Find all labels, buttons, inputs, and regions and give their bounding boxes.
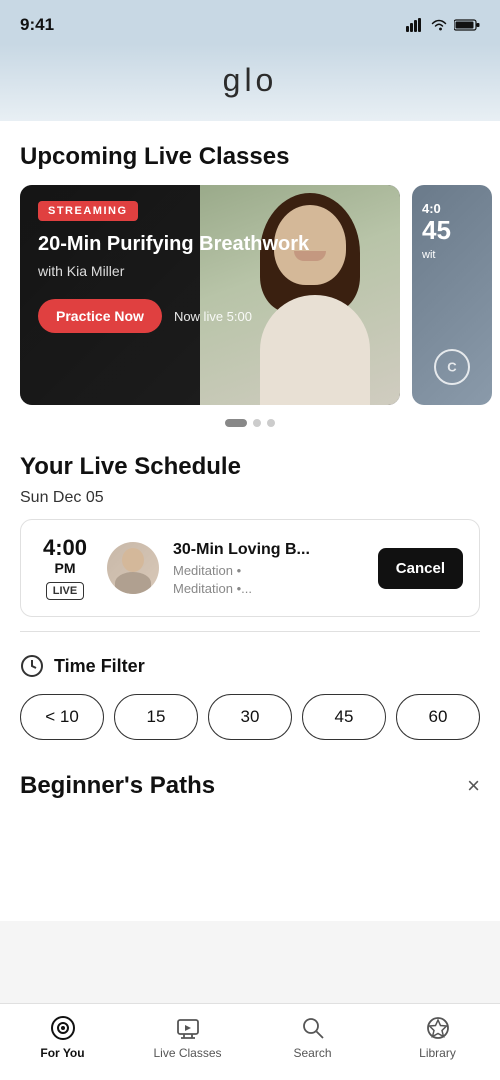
time-filter-pills: < 10 15 30 45 60 — [20, 694, 480, 740]
avatar-head — [122, 548, 144, 572]
schedule-date: Sun Dec 05 — [0, 485, 500, 519]
card-actions: Practice Now Now live 5:00 — [38, 299, 382, 333]
peek-circle-label: C — [447, 360, 456, 375]
peek-instructor: wit — [422, 249, 482, 261]
live-time-label: Now live 5:00 — [174, 309, 252, 324]
schedule-section-title: Your Live Schedule — [0, 443, 500, 485]
beginners-section: Beginner's Paths × — [0, 756, 500, 900]
schedule-class-name: 30-Min Loving B... — [173, 540, 364, 561]
peek-circle: C — [434, 349, 470, 385]
main-content: Upcoming Live Classes STREAMING 20-Min P… — [0, 121, 500, 921]
dot-3[interactable] — [267, 419, 275, 427]
peek-content: 4:0 45 wit — [412, 185, 492, 277]
nav-item-for-you[interactable]: For You — [23, 1014, 103, 1060]
for-you-icon — [49, 1014, 77, 1042]
schedule-period: PM — [37, 560, 93, 576]
schedule-meta-2: Meditation •... — [173, 581, 364, 596]
schedule-card: 4:00 PM LIVE 30-Min Loving B... Meditati… — [20, 519, 480, 617]
time-pill-2[interactable]: 30 — [208, 694, 292, 740]
app-logo: glo — [0, 62, 500, 99]
time-filter-header: Time Filter — [20, 654, 480, 678]
peek-duration: 45 — [422, 216, 482, 245]
schedule-meta-1: Meditation • — [173, 563, 364, 578]
schedule-info: 30-Min Loving B... Meditation • Meditati… — [173, 540, 364, 597]
classes-carousel: STREAMING 20-Min Purifying Breathwork wi… — [0, 185, 500, 405]
signal-icon — [406, 18, 424, 32]
time-pill-4[interactable]: 60 — [396, 694, 480, 740]
dot-1[interactable] — [225, 419, 247, 427]
status-time: 9:41 — [20, 15, 54, 35]
class-instructor: with Kia Miller — [38, 263, 382, 279]
nav-item-library[interactable]: Library — [398, 1014, 478, 1060]
status-bar: 9:41 — [0, 0, 500, 44]
time-pill-0[interactable]: < 10 — [20, 694, 104, 740]
header: glo — [0, 44, 500, 121]
carousel-dots — [0, 405, 500, 433]
time-filter-title: Time Filter — [54, 656, 145, 677]
featured-class-card[interactable]: STREAMING 20-Min Purifying Breathwork wi… — [20, 185, 400, 405]
class-title: 20-Min Purifying Breathwork — [38, 231, 382, 257]
beginners-title: Beginner's Paths — [20, 772, 215, 800]
cancel-button[interactable]: Cancel — [378, 548, 463, 589]
live-classes-icon — [174, 1014, 202, 1042]
schedule-time: 4:00 — [37, 536, 93, 560]
wifi-icon — [430, 18, 448, 32]
clock-icon — [20, 654, 44, 678]
library-icon — [424, 1014, 452, 1042]
card-content: STREAMING 20-Min Purifying Breathwork wi… — [20, 185, 400, 405]
search-label: Search — [293, 1046, 331, 1060]
live-classes-label: Live Classes — [153, 1046, 221, 1060]
avatar-body — [115, 572, 151, 594]
time-pill-1[interactable]: 15 — [114, 694, 198, 740]
streaming-badge: STREAMING — [38, 201, 138, 221]
bottom-nav: For You Live Classes Search Libr — [0, 1003, 500, 1080]
upcoming-section-title: Upcoming Live Classes — [0, 121, 500, 185]
divider-1 — [20, 631, 480, 632]
nav-item-search[interactable]: Search — [273, 1014, 353, 1060]
time-pill-3[interactable]: 45 — [302, 694, 386, 740]
status-icons — [406, 18, 480, 32]
time-filter-section: Time Filter < 10 15 30 45 60 — [0, 646, 500, 756]
schedule-avatar — [107, 542, 159, 594]
battery-icon — [454, 18, 480, 32]
for-you-label: For You — [40, 1046, 84, 1060]
practice-now-button[interactable]: Practice Now — [38, 299, 162, 333]
search-icon — [299, 1014, 327, 1042]
library-label: Library — [419, 1046, 456, 1060]
schedule-time-block: 4:00 PM LIVE — [37, 536, 93, 600]
live-badge: LIVE — [46, 582, 84, 600]
nav-item-live-classes[interactable]: Live Classes — [148, 1014, 228, 1060]
close-icon[interactable]: × — [467, 773, 480, 799]
peek-time: 4:0 — [422, 201, 482, 216]
schedule-section: Your Live Schedule Sun Dec 05 4:00 PM LI… — [0, 433, 500, 617]
peek-class-card[interactable]: 4:0 45 wit C — [412, 185, 492, 405]
dot-2[interactable] — [253, 419, 261, 427]
